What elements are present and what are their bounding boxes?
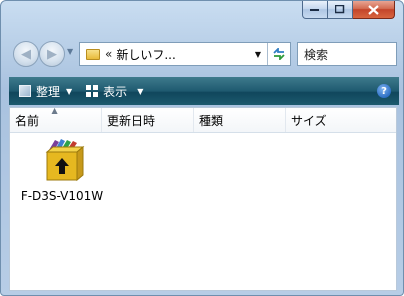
maximize-icon — [335, 5, 345, 14]
minimize-button[interactable] — [302, 1, 328, 19]
organize-label: 整理 — [36, 84, 61, 99]
refresh-button[interactable] — [267, 43, 290, 65]
command-bar: 整理 ▼ 表示 ▼ ? — [9, 77, 399, 105]
chevron-down-icon: ▼ — [66, 86, 73, 96]
explorer-window: ◀ ▶ ▼ « 新しいフ... ▼ 検索 整理 ▼ 表示 ▼ ? 名前 ▲ 更新… — [0, 0, 404, 296]
file-list: 名前 ▲ 更新日時 種類 サイズ F-D3S-V101W — [9, 106, 397, 291]
column-header-name[interactable]: 名前 ▲ — [10, 106, 102, 132]
close-button[interactable] — [353, 1, 395, 19]
address-dropdown-button[interactable]: ▼ — [249, 50, 267, 59]
organize-icon — [19, 85, 31, 97]
breadcrumb-overflow[interactable]: « — [105, 47, 112, 61]
column-header-type[interactable]: 種類 — [194, 108, 286, 132]
arrow-left-icon: ◀ — [21, 46, 31, 62]
column-header-date[interactable]: 更新日時 — [102, 108, 194, 132]
column-type-label: 種類 — [199, 113, 224, 128]
breadcrumb-current-folder[interactable]: 新しいフ... — [116, 46, 249, 63]
sort-ascending-icon: ▲ — [51, 106, 58, 115]
views-label: 表示 — [103, 84, 128, 99]
column-date-label: 更新日時 — [107, 113, 156, 128]
folder-icon — [86, 48, 100, 60]
help-icon: ? — [381, 85, 387, 97]
refresh-icon — [273, 48, 285, 60]
chevron-down-icon: ▼ — [67, 47, 74, 56]
chevron-down-icon: ▼ — [137, 86, 144, 96]
views-menu-button[interactable]: 表示 ▼ — [86, 83, 143, 100]
arrow-right-icon: ▶ — [47, 46, 57, 62]
recent-pages-dropdown[interactable]: ▼ — [67, 47, 73, 56]
back-button[interactable]: ◀ — [13, 41, 39, 67]
column-name-label: 名前 — [15, 113, 40, 128]
file-item[interactable]: F-D3S-V101W — [16, 136, 108, 205]
caption-buttons — [302, 1, 395, 21]
views-icon — [86, 85, 99, 97]
archive-install-icon — [45, 139, 85, 182]
address-bar[interactable]: « 新しいフ... ▼ — [79, 42, 291, 66]
navigation-bar: ◀ ▶ ▼ « 新しいフ... ▼ 検索 — [13, 41, 397, 71]
search-placeholder: 検索 — [304, 47, 329, 62]
maximize-button[interactable] — [328, 1, 353, 19]
column-size-label: サイズ — [291, 113, 327, 128]
search-input[interactable]: 検索 — [297, 42, 397, 66]
column-headers: 名前 ▲ 更新日時 種類 サイズ — [10, 106, 396, 133]
close-icon — [368, 4, 379, 15]
file-name: F-D3S-V101W — [20, 189, 104, 203]
help-button[interactable]: ? — [377, 84, 391, 98]
minimize-icon — [310, 8, 319, 11]
forward-button[interactable]: ▶ — [39, 41, 65, 67]
column-header-size[interactable]: サイズ — [286, 108, 396, 132]
organize-menu-button[interactable]: 整理 ▼ — [19, 83, 72, 100]
